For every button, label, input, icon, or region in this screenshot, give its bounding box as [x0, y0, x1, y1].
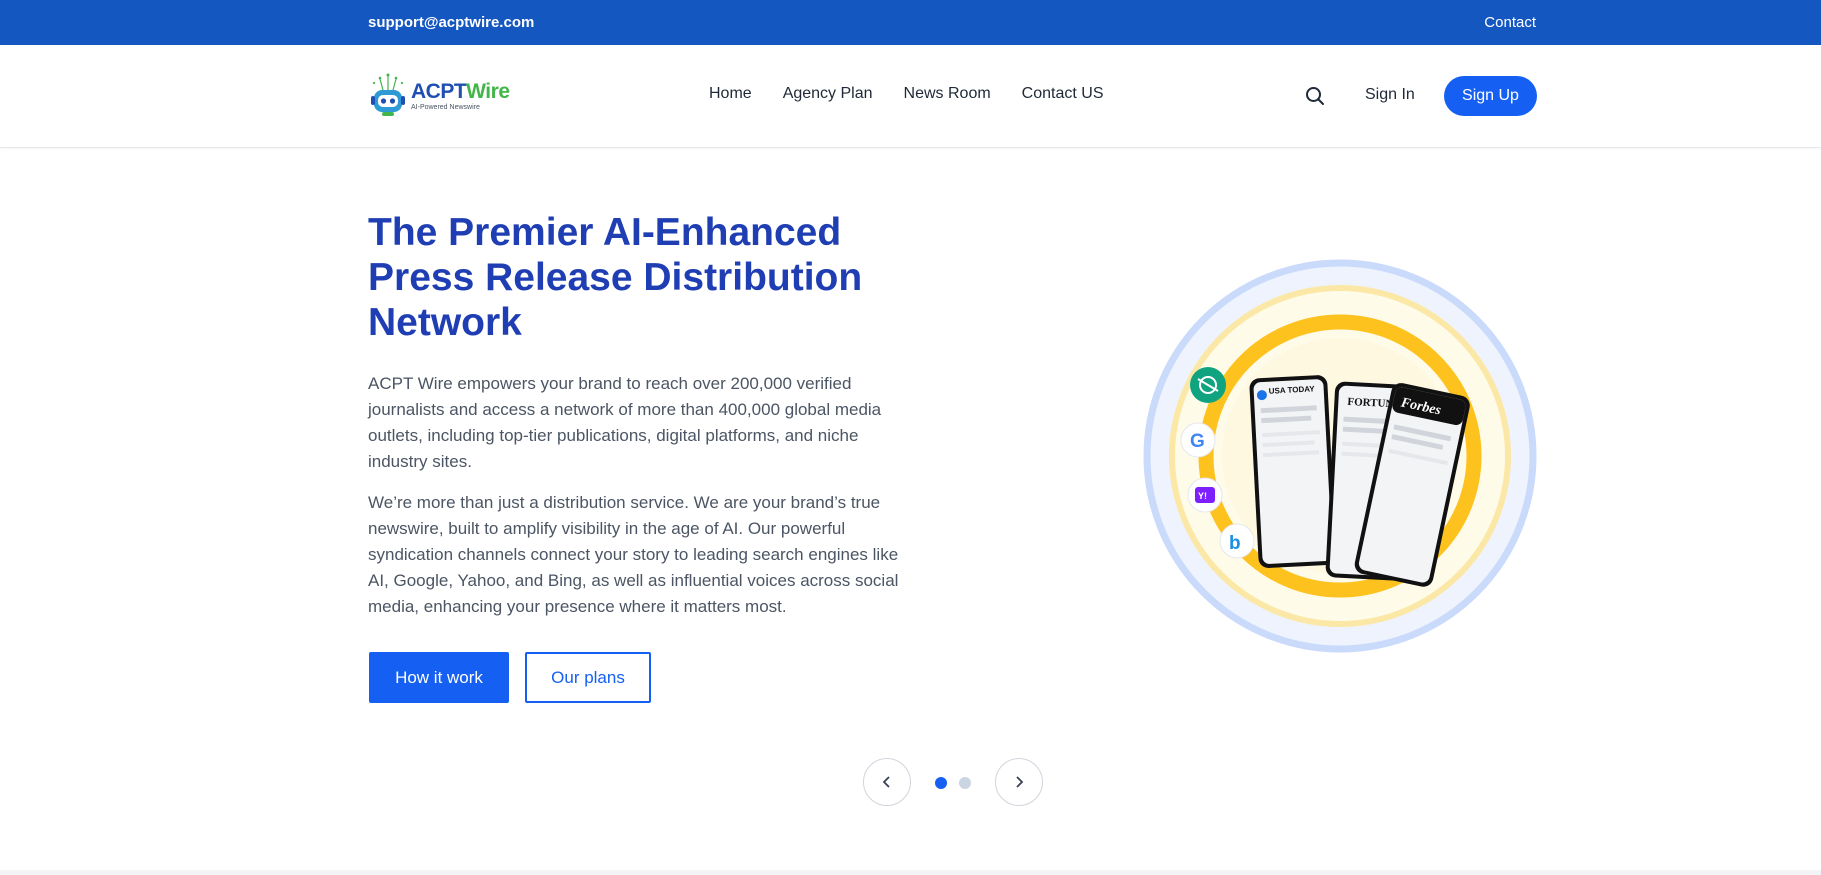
hero-paragraph-2: We’re more than just a distribution serv…	[368, 493, 899, 616]
hero-paragraph-1: ACPT Wire empowers your brand to reach o…	[368, 374, 882, 471]
svg-text:b: b	[1229, 533, 1241, 554]
chevron-left-icon	[882, 776, 890, 788]
primary-nav: Home Agency Plan News Room Contact US	[709, 85, 1134, 103]
yahoo-label: Y!	[1198, 491, 1207, 501]
brand-logo[interactable]: ACPTWire AI-Powered Newswire	[368, 72, 510, 120]
brand-tagline: AI-Powered Newswire	[411, 104, 480, 111]
svg-text:G: G	[1190, 431, 1205, 452]
carousel-next-button[interactable]	[995, 758, 1043, 806]
support-email[interactable]: support@acptwire.com	[368, 14, 534, 31]
our-plans-button[interactable]: Our plans	[525, 652, 651, 703]
brand-name: ACPTWire	[411, 80, 510, 103]
phone-usa-today: USA TODAY	[1249, 375, 1337, 568]
sign-up-button[interactable]: Sign Up	[1444, 76, 1537, 116]
top-bar: support@acptwire.com Contact	[0, 0, 1821, 45]
bing-icon: b	[1219, 523, 1255, 559]
carousel-dot-2[interactable]	[959, 777, 971, 789]
carousel-prev-button[interactable]	[863, 758, 911, 806]
nav-home[interactable]: Home	[709, 85, 752, 103]
robot-logo-icon	[368, 72, 408, 120]
how-it-works-button[interactable]: How it work	[369, 652, 509, 703]
main-navbar: ACPTWire AI-Powered Newswire Home Agency…	[0, 45, 1821, 148]
section-divider	[0, 870, 1821, 875]
chatgpt-icon	[1190, 367, 1226, 403]
carousel-dot-1[interactable]	[935, 777, 947, 789]
nav-news-room[interactable]: News Room	[904, 85, 991, 103]
top-contact-link[interactable]: Contact	[1484, 14, 1536, 31]
chevron-right-icon	[1016, 776, 1024, 788]
yahoo-icon: Y!	[1187, 477, 1223, 513]
hero-illustration: USA TODAY FORTUNE Forbes G Y! b	[1140, 258, 1550, 658]
nav-contact-us[interactable]: Contact US	[1022, 85, 1104, 103]
search-icon[interactable]	[1304, 85, 1326, 107]
google-icon: G	[1180, 422, 1216, 458]
sign-in-link[interactable]: Sign In	[1365, 86, 1415, 104]
hero-title: The Premier AI-Enhanced Press Release Di…	[368, 211, 863, 344]
nav-agency-plan[interactable]: Agency Plan	[783, 85, 873, 103]
